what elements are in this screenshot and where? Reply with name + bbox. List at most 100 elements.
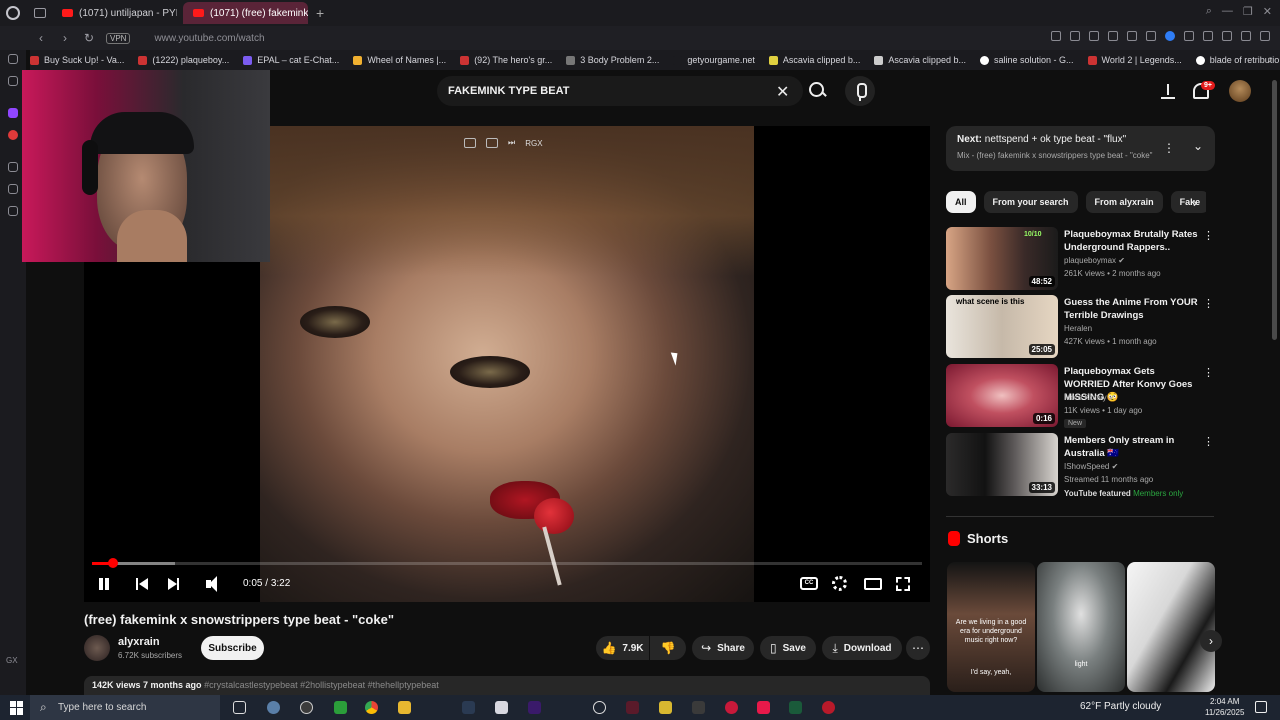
search-icon[interactable] bbox=[806, 80, 828, 102]
bookmark-item[interactable]: Wheel of Names |... bbox=[353, 55, 446, 65]
more-vertical-icon[interactable]: ⋮ bbox=[1203, 229, 1214, 242]
search-input[interactable]: FAKEMINK TYPE BEAT bbox=[437, 76, 803, 106]
more-vertical-icon[interactable]: ⋮ bbox=[1163, 141, 1175, 155]
subscribe-button[interactable]: Subscribe bbox=[201, 636, 264, 660]
taskbar-app-icon[interactable] bbox=[300, 701, 313, 714]
new-tab-button[interactable]: + bbox=[316, 5, 324, 21]
taskbar-app-icon[interactable] bbox=[822, 701, 835, 714]
search-tabs-icon[interactable]: ⌕ bbox=[1206, 5, 1212, 18]
video-thumbnail[interactable]: 0:16 bbox=[946, 364, 1058, 427]
download-icon[interactable] bbox=[1241, 31, 1251, 41]
taskbar-app-icon[interactable] bbox=[692, 701, 705, 714]
bookmark-item[interactable]: Ascavia clipped b... bbox=[768, 55, 860, 65]
user-avatar[interactable] bbox=[1229, 80, 1251, 102]
taskbar-app-icon[interactable] bbox=[495, 701, 508, 714]
xbox-icon[interactable] bbox=[334, 701, 347, 714]
recommendation-channel[interactable]: Heralen bbox=[1064, 324, 1092, 333]
heart-icon[interactable] bbox=[1127, 31, 1137, 41]
menu-icon[interactable] bbox=[1260, 31, 1270, 41]
video-thumbnail[interactable]: what scene is this 25:05 bbox=[946, 295, 1058, 358]
forward-icon[interactable]: › bbox=[56, 31, 74, 45]
back-icon[interactable]: ‹ bbox=[32, 31, 50, 45]
heart-icon[interactable] bbox=[8, 162, 18, 172]
notification-center-icon[interactable] bbox=[1255, 701, 1267, 713]
maximize-icon[interactable]: ❐ bbox=[1243, 5, 1253, 18]
short-item[interactable] bbox=[1127, 562, 1215, 692]
sidebar-item-icon[interactable] bbox=[8, 130, 18, 140]
settings-icon[interactable] bbox=[593, 701, 606, 714]
after-effects-icon[interactable] bbox=[528, 701, 541, 714]
more-vertical-icon[interactable]: ⋮ bbox=[1203, 366, 1214, 379]
extension-icon[interactable] bbox=[1051, 31, 1061, 41]
microphone-icon[interactable] bbox=[845, 76, 875, 106]
shorts-next-button[interactable]: › bbox=[1200, 630, 1222, 652]
chip-all[interactable]: All bbox=[946, 191, 976, 213]
recommendation-item[interactable]: what scene is this 25:05 Guess the Anime… bbox=[946, 295, 1216, 359]
sidebar-item-icon[interactable] bbox=[8, 76, 18, 86]
bookmark-item[interactable]: (92) The hero's gr... bbox=[460, 55, 552, 65]
upload-icon[interactable] bbox=[1160, 83, 1176, 99]
twitch-icon[interactable] bbox=[8, 108, 18, 118]
download-button[interactable]: ⤓ Download bbox=[822, 636, 902, 660]
save-button[interactable]: ▯ Save bbox=[760, 636, 816, 660]
dislike-button[interactable]: 👎 bbox=[650, 636, 686, 660]
taskbar-search-input[interactable]: ⌕ Type here to search bbox=[30, 695, 220, 720]
extension-icon[interactable] bbox=[1089, 31, 1099, 41]
extension-icon[interactable] bbox=[1184, 31, 1194, 41]
short-item[interactable]: Are we living in a good era for undergro… bbox=[947, 562, 1035, 692]
captions-button[interactable]: CC bbox=[800, 577, 818, 590]
vpn-extension-icon[interactable] bbox=[1165, 31, 1175, 41]
previous-button[interactable] bbox=[133, 575, 151, 593]
video-thumbnail[interactable]: 10/10 48:52 bbox=[946, 227, 1058, 290]
taskbar-app-icon[interactable] bbox=[757, 701, 770, 714]
bookmark-item[interactable]: Ascavia clipped b... bbox=[874, 55, 966, 65]
bookmark-item[interactable]: EPAL – cat E-Chat... bbox=[243, 55, 339, 65]
scrubber-handle[interactable] bbox=[107, 558, 118, 568]
more-vertical-icon[interactable]: ⋮ bbox=[1203, 435, 1214, 448]
recommendation-channel[interactable]: IShowSpeed ✔ bbox=[1064, 462, 1118, 471]
progress-bar[interactable] bbox=[92, 558, 922, 568]
chip-fake[interactable]: Fake bbox=[1170, 191, 1206, 213]
bookmark-item[interactable]: saline solution - G... bbox=[979, 55, 1074, 65]
miniplayer-icon[interactable] bbox=[464, 138, 476, 148]
extension-icon[interactable] bbox=[1070, 31, 1080, 41]
chip-from-your-search[interactable]: From your search bbox=[983, 191, 1078, 213]
extension-icon[interactable] bbox=[1203, 31, 1213, 41]
chevron-right-icon[interactable]: › bbox=[1193, 196, 1197, 210]
popout-icon[interactable] bbox=[486, 138, 498, 148]
taskbar-app-icon[interactable] bbox=[789, 701, 802, 714]
close-icon[interactable]: ✕ bbox=[1263, 5, 1272, 18]
recommendation-channel[interactable]: More Konvy ✔ bbox=[1064, 393, 1116, 402]
sidebar-item-icon[interactable] bbox=[8, 54, 18, 64]
windows-start-icon[interactable] bbox=[10, 700, 24, 715]
like-button[interactable]: 👍 7.9K bbox=[596, 636, 649, 660]
description-box[interactable]: 142K views 7 months ago #crystalcastlest… bbox=[84, 676, 930, 695]
clock[interactable]: 2:04 AM 11/26/2025 bbox=[1205, 696, 1244, 718]
recommendation-channel[interactable]: plaqueboymax ✔ bbox=[1064, 256, 1125, 265]
bookmark-item[interactable]: World 2 | Legends... bbox=[1087, 55, 1182, 65]
recommendation-title[interactable]: Members Only stream in Australia 🇦🇺 bbox=[1064, 434, 1200, 460]
up-next-panel[interactable]: Next: nettspend + ok type beat - "flux" … bbox=[946, 126, 1215, 171]
file-explorer-icon[interactable] bbox=[398, 701, 411, 714]
next-button[interactable] bbox=[165, 575, 183, 593]
more-actions-button[interactable]: ⋯ bbox=[906, 636, 930, 660]
extension-icon[interactable] bbox=[1108, 31, 1118, 41]
short-item[interactable]: light bbox=[1037, 562, 1125, 692]
channel-name[interactable]: alyxrain bbox=[118, 636, 160, 648]
bookmark-item[interactable]: (1222) plaqueboy... bbox=[138, 55, 229, 65]
recommendation-item[interactable]: 10/10 48:52 Plaqueboymax Brutally Rates … bbox=[946, 227, 1216, 291]
bookmark-item[interactable]: 3 Body Problem 2... bbox=[566, 55, 659, 65]
puzzle-icon[interactable] bbox=[1222, 31, 1232, 41]
url-field[interactable]: www.youtube.com/watch bbox=[154, 33, 264, 44]
recommendation-item[interactable]: 0:16 Plaqueboymax Gets WORRIED After Kon… bbox=[946, 364, 1216, 428]
reload-icon[interactable]: ↻ bbox=[80, 31, 98, 45]
page-scrollbar[interactable] bbox=[1272, 80, 1277, 340]
skip-forward-icon[interactable]: ⏭ bbox=[508, 138, 515, 148]
minimize-icon[interactable]: — bbox=[1222, 5, 1233, 18]
camera-icon[interactable] bbox=[1146, 31, 1156, 41]
recommendation-item[interactable]: 33:13 Members Only stream in Australia 🇦… bbox=[946, 433, 1216, 498]
tab-menu-icon[interactable] bbox=[34, 8, 46, 18]
theater-mode-icon[interactable] bbox=[864, 578, 882, 590]
task-view-icon[interactable] bbox=[233, 701, 246, 714]
steam-icon[interactable] bbox=[462, 701, 475, 714]
